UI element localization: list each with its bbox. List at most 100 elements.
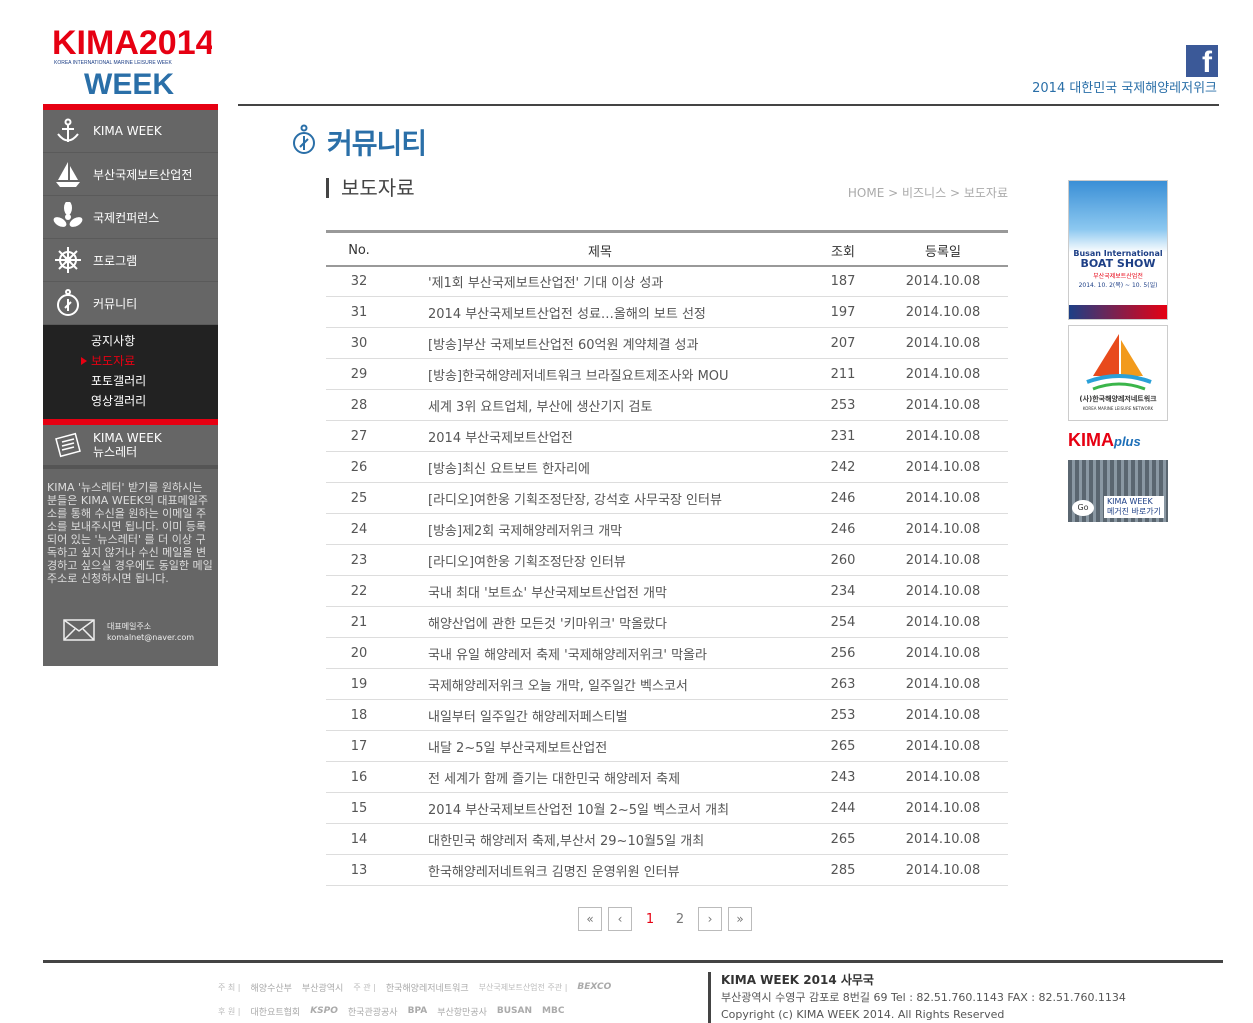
anchor-icon xyxy=(43,117,93,145)
row-title[interactable]: [방송]최신 요트보트 한자리에 xyxy=(392,451,808,483)
row-hits: 243 xyxy=(808,761,878,793)
table-row[interactable]: 29 [방송]한국해양레저네트워크 브라질요트제조사와 MOU 211 2014.10… xyxy=(326,358,1008,390)
kimaplus-banner[interactable]: KIMAplus Go KIMA WEEK 메거진 바로가기 xyxy=(1068,430,1168,522)
boatshow-banner[interactable]: Busan International BOAT SHOW 부산국제보트산업전 20… xyxy=(1068,180,1168,320)
row-date: 2014.10.08 xyxy=(878,265,1008,297)
row-no: 31 xyxy=(326,296,392,328)
sidebar-item-conference[interactable]: 국제컨퍼런스 xyxy=(43,196,218,239)
row-no: 17 xyxy=(326,730,392,762)
table-row[interactable]: 31 2014 부산국제보트산업전 성료…올해의 보트 선정 197 2014.10.… xyxy=(326,296,1008,328)
sidebar-sub-video[interactable]: 영상갤러리 xyxy=(43,391,218,411)
row-hits: 253 xyxy=(808,699,878,731)
sidebar-sub-notice[interactable]: 공지사항 xyxy=(43,331,218,351)
row-title[interactable]: 2014 부산국제보트산업전 성료…올해의 보트 선정 xyxy=(392,296,808,328)
row-title[interactable]: 세계 3위 요트업체, 부산에 생산기지 검토 xyxy=(392,389,808,421)
row-title[interactable]: 2014 부산국제보트산업전 10월 2~5일 벡스코서 개최 xyxy=(392,792,808,824)
page-1-link[interactable]: 1 xyxy=(638,907,662,931)
row-title[interactable]: [라디오]여한웅 기획조정단장, 강석호 사무국장 인터뷰 xyxy=(392,482,808,514)
row-title[interactable]: 전 세계가 함께 즐기는 대한민국 해양레저 축제 xyxy=(392,761,808,793)
table-row[interactable]: 19 국제해양레저위크 오늘 개막, 일주일간 벡스코서 263 2014.10.08 xyxy=(326,668,1008,700)
sidebar-item-boat-show[interactable]: 부산국제보트산업전 xyxy=(43,153,218,196)
row-hits: 265 xyxy=(808,730,878,762)
marina-photo: Go KIMA WEEK 메거진 바로가기 xyxy=(1068,460,1168,522)
newsletter-box: KIMA '뉴스레터' 받기를 원하시는 분들은 KIMA WEEK의 대표메일… xyxy=(43,469,218,666)
row-title[interactable]: '제1회 부산국제보트산업전' 기대 이상 성과 xyxy=(392,265,808,297)
table-row[interactable]: 13 한국해양레저네트워크 김명진 운영위원 인터뷰 285 2014.10.08 xyxy=(326,854,1008,886)
row-date: 2014.10.08 xyxy=(878,637,1008,669)
row-date: 2014.10.08 xyxy=(878,854,1008,886)
row-title[interactable]: [방송]제2회 국제해양레저위크 개막 xyxy=(392,513,808,545)
boatshow-organizer-label: 부산국제보트산업전 주관 | xyxy=(478,982,568,992)
row-hits: 254 xyxy=(808,606,878,638)
table-row[interactable]: 15 2014 부산국제보트산업전 10월 2~5일 벡스코서 개최 244 2014… xyxy=(326,792,1008,824)
row-no: 19 xyxy=(326,668,392,700)
table-row[interactable]: 32 '제1회 부산국제보트산업전' 기대 이상 성과 187 2014.10.08 xyxy=(326,265,1008,297)
biff-logo: BUSAN xyxy=(496,1006,533,1016)
row-title[interactable]: 해양산업에 관한 모든것 '키마위크' 막올랐다 xyxy=(392,606,808,638)
row-title[interactable]: 대한민국 해양레저 축제,부산서 29~10월5일 개최 xyxy=(392,823,808,855)
table-row[interactable]: 23 [라디오]여한웅 기획조정단장 인터뷰 260 2014.10.08 xyxy=(326,544,1008,576)
kima-logo[interactable]: KIMA2014 KOREA INTERNATIONAL MARINE LEIS… xyxy=(52,22,212,96)
row-hits: 197 xyxy=(808,296,878,328)
table-row[interactable]: 17 내달 2~5일 부산국제보트산업전 265 2014.10.08 xyxy=(326,730,1008,762)
newsletter-header[interactable]: KIMA WEEK 뉴스레터 xyxy=(43,425,218,469)
last-page-button[interactable]: » xyxy=(728,907,752,931)
sidebar-sub-press[interactable]: 보도자료 xyxy=(43,351,218,371)
table-row[interactable]: 22 국내 최대 '보트쇼' 부산국제보트산업전 개막 234 2014.10.08 xyxy=(326,575,1008,607)
mail-address[interactable]: komalnet@naver.com xyxy=(107,633,194,642)
table-row[interactable]: 16 전 세계가 함께 즐기는 대한민국 해양레저 축제 243 2014.10.08 xyxy=(326,761,1008,793)
table-row[interactable]: 28 세계 3위 요트업체, 부산에 생산기지 검토 253 2014.10.08 xyxy=(326,389,1008,421)
breadcrumb-business[interactable]: 비즈니스 xyxy=(902,186,946,200)
row-no: 16 xyxy=(326,761,392,793)
table-row[interactable]: 26 [방송]최신 요트보트 한자리에 242 2014.10.08 xyxy=(326,451,1008,483)
row-title[interactable]: [방송]한국해양레저네트워크 브라질요트제조사와 MOU xyxy=(392,358,808,390)
sidebar-item-community[interactable]: 커뮤니티 xyxy=(43,282,218,325)
table-row[interactable]: 14 대한민국 해양레저 축제,부산서 29~10월5일 개최 265 2014.10… xyxy=(326,823,1008,855)
row-title[interactable]: 국내 유일 해양레저 축제 '국제해양레저위크' 막올라 xyxy=(392,637,808,669)
sidebar-item-kima-week[interactable]: KIMA WEEK xyxy=(43,110,218,153)
table-row[interactable]: 27 2014 부산국제보트산업전 231 2014.10.08 xyxy=(326,420,1008,452)
kmln-logo: 한국해양레저네트워크 xyxy=(385,983,469,994)
row-no: 15 xyxy=(326,792,392,824)
mail-label: 대표메일주소 xyxy=(107,621,152,631)
breadcrumb-home[interactable]: HOME xyxy=(848,186,884,200)
table-row[interactable]: 25 [라디오]여한웅 기획조정단장, 강석호 사무국장 인터뷰 246 2014.1… xyxy=(326,482,1008,514)
table-row[interactable]: 30 [방송]부산 국제보트산업전 60억원 계약체결 성과 207 2014.10.… xyxy=(326,327,1008,359)
row-title[interactable]: [방송]부산 국제보트산업전 60억원 계약체결 성과 xyxy=(392,327,808,359)
sidebar-item-program[interactable]: 프로그램 xyxy=(43,239,218,282)
sidebar-menu: KIMA WEEK 부산국제보트산업전 국제컨퍼런스 프로그램 커뮤니티 xyxy=(43,110,218,325)
table-row[interactable]: 18 내일부터 일주일간 해양레저페스티벌 253 2014.10.08 xyxy=(326,699,1008,731)
sidebar-sub-photo[interactable]: 포토갤러리 xyxy=(43,371,218,391)
row-title[interactable]: 2014 부산국제보트산업전 xyxy=(392,420,808,452)
row-no: 27 xyxy=(326,420,392,452)
network-banner[interactable]: (사)한국해양레저네트워크 KOREA MARINE LEISURE NETWOR… xyxy=(1068,325,1168,421)
prev-page-button[interactable]: ‹ xyxy=(608,907,632,931)
row-title[interactable]: [라디오]여한웅 기획조정단장 인터뷰 xyxy=(392,544,808,576)
row-date: 2014.10.08 xyxy=(878,451,1008,483)
row-title[interactable]: 국제해양레저위크 오늘 개막, 일주일간 벡스코서 xyxy=(392,668,808,700)
next-page-button[interactable]: › xyxy=(698,907,722,931)
row-title[interactable]: 내달 2~5일 부산국제보트산업전 xyxy=(392,730,808,762)
row-no: 18 xyxy=(326,699,392,731)
boatshow-line2: BOAT SHOW xyxy=(1080,257,1156,270)
kimaplus-top: KIMA xyxy=(1068,430,1114,450)
row-title[interactable]: 한국해양레저네트워크 김명진 운영위원 인터뷰 xyxy=(392,854,808,886)
newsletter-mail[interactable]: 대표메일주소 komalnet@naver.com xyxy=(63,619,194,644)
row-hits: 256 xyxy=(808,637,878,669)
footer-org-title: KIMA WEEK 2014 사무국 xyxy=(721,973,874,987)
row-title[interactable]: 국내 최대 '보트쇼' 부산국제보트산업전 개막 xyxy=(392,575,808,607)
logo-sub: KOREA INTERNATIONAL MARINE LEISURE WEEK xyxy=(54,60,172,66)
row-title[interactable]: 내일부터 일주일간 해양레저페스티벌 xyxy=(392,699,808,731)
table-row[interactable]: 24 [방송]제2회 국제해양레저위크 개막 246 2014.10.08 xyxy=(326,513,1008,545)
table-row[interactable]: 20 국내 유일 해양레저 축제 '국제해양레저위크' 막올라 256 2014.10… xyxy=(326,637,1008,669)
page-2-link[interactable]: 2 xyxy=(668,907,692,931)
propeller-icon xyxy=(43,202,93,232)
mbc-logo: MBC xyxy=(542,1006,565,1016)
row-no: 28 xyxy=(326,389,392,421)
sidebar-item-label: 국제컨퍼런스 xyxy=(93,210,160,225)
facebook-icon[interactable]: f xyxy=(1186,45,1218,77)
first-page-button[interactable]: « xyxy=(578,907,602,931)
kimaplus-plus: plus xyxy=(1114,434,1141,449)
table-row[interactable]: 21 해양산업에 관한 모든것 '키마위크' 막올랐다 254 2014.10.08 xyxy=(326,606,1008,638)
go-button[interactable]: Go xyxy=(1072,500,1094,516)
